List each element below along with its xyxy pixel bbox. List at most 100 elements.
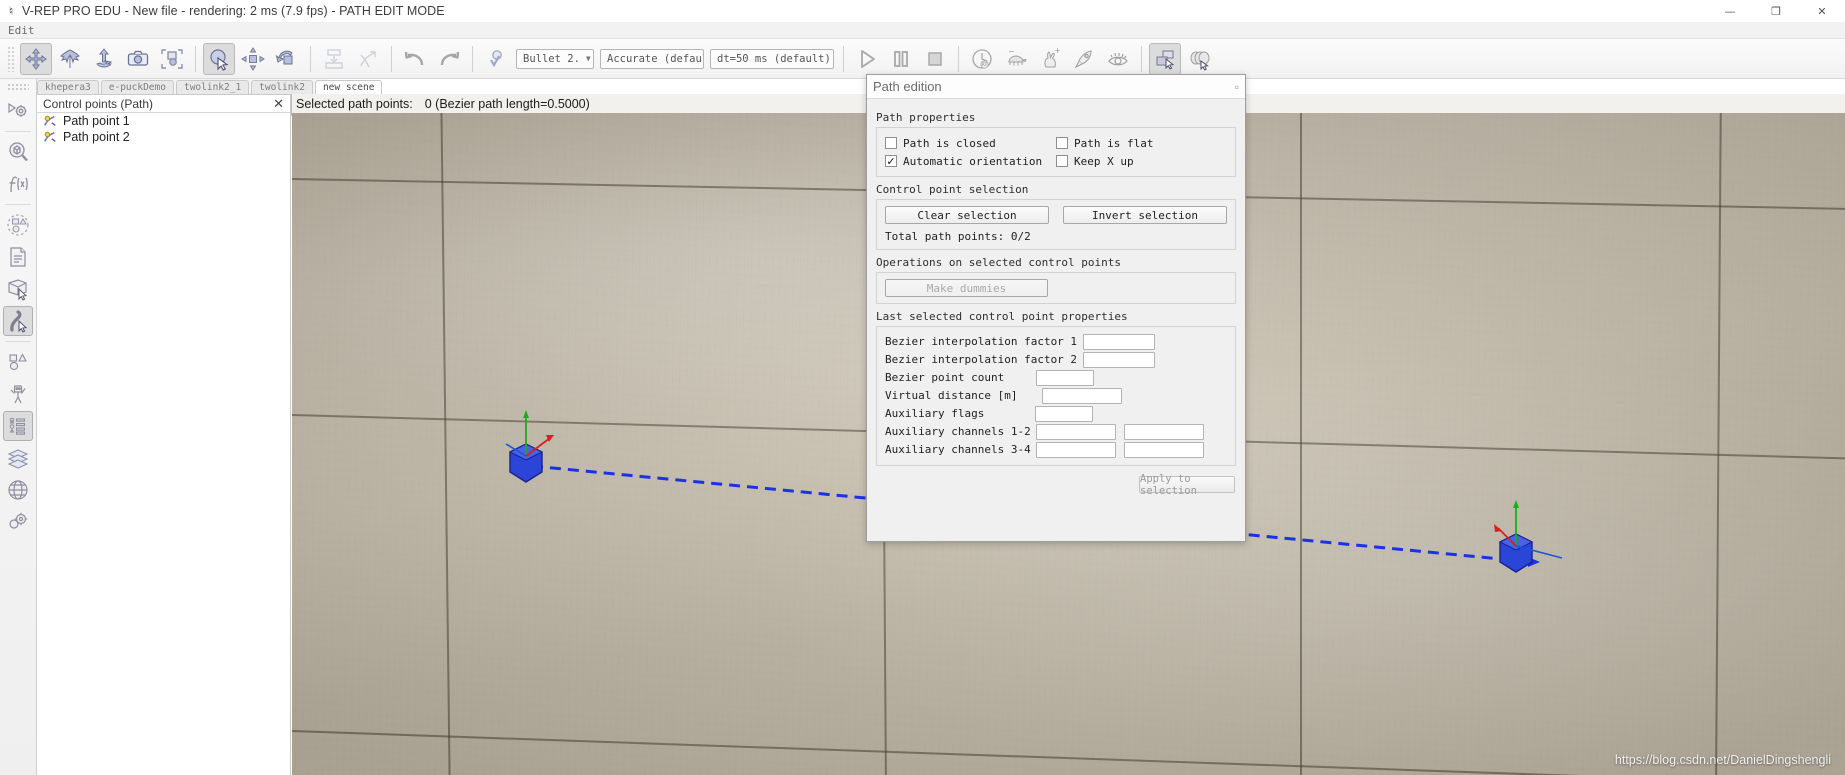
scene-tab-twolink2[interactable]: twolink2 (251, 80, 313, 94)
physics-engine-select[interactable]: Bullet 2. ▼ (516, 48, 594, 69)
apply-to-selection-button[interactable]: Apply to selection (1139, 473, 1235, 497)
sidebar-item-add-primitives[interactable] (3, 347, 33, 377)
sidebar-item-scene-hierarchy[interactable] (3, 411, 33, 441)
path-point-2-marker (1494, 500, 1563, 573)
last-selected-label: Last selected control point properties (876, 310, 1128, 323)
checkbox-box[interactable]: ✓ (885, 155, 897, 167)
rotate-handles-icon[interactable] (271, 43, 303, 75)
checkbox-box[interactable] (1056, 155, 1068, 167)
checkbox-automatic-orientation[interactable]: ✓ Automatic orientation (885, 152, 1056, 170)
dialog-title: Path edition (873, 79, 942, 94)
sidebar-item-layers[interactable] (3, 443, 33, 473)
checkbox-box[interactable] (885, 137, 897, 149)
timestep-select[interactable]: dt=50 ms (default) ▼ (710, 48, 834, 69)
redo-icon[interactable] (433, 43, 465, 75)
object-translate-z-icon[interactable] (88, 43, 120, 75)
checkbox-label: Keep X up (1074, 154, 1134, 168)
selection-button-row: Clear selection Invert selection (885, 206, 1227, 224)
eye-icon[interactable] (1102, 43, 1134, 75)
sidebar-item-path-edit-mode[interactable] (3, 306, 33, 336)
sidebar-item-user-settings[interactable] (3, 475, 33, 505)
play-icon[interactable] (851, 43, 883, 75)
dialog-close-icon[interactable]: ▫ (1235, 80, 1239, 94)
rail-separator (5, 341, 31, 342)
pause-icon[interactable] (885, 43, 917, 75)
maximize-button[interactable]: ❐ (1753, 0, 1799, 23)
sidebar-item-scene-object-properties[interactable] (3, 137, 33, 167)
accuracy-select[interactable]: Accurate (defaul ▼ (600, 48, 704, 69)
clear-selection-button[interactable]: Clear selection (885, 206, 1049, 224)
path-properties-row-1: Path is closed ✓ Automatic orientation P… (885, 134, 1227, 170)
sidebar-item-simulation-settings[interactable] (3, 96, 33, 126)
list-item[interactable]: Path point 1 (37, 113, 290, 129)
auxiliary-channel-3-input[interactable] (1035, 441, 1116, 458)
control-point-selection-label: Control point selection (876, 183, 1029, 196)
close-icon[interactable]: ✕ (271, 96, 286, 112)
selected-path-points-label: Selected path points: (292, 94, 425, 113)
make-dummies-button[interactable]: Make dummies (885, 279, 1048, 297)
scene-tab-e-puckdemo[interactable]: e-puckDemo (100, 80, 174, 94)
bezier-interpolation-factor-2-input[interactable] (1083, 351, 1156, 368)
auxiliary-flags-input[interactable] (1035, 405, 1094, 422)
scene-tab-khepera3[interactable]: khepera3 (37, 80, 99, 94)
invert-selection-button[interactable]: Invert selection (1063, 206, 1227, 224)
title-bar: ♮ V-REP PRO EDU - New file - rendering: … (0, 0, 1845, 23)
rail-grip[interactable] (7, 83, 29, 91)
close-button[interactable]: ✕ (1799, 0, 1845, 23)
undo-icon[interactable] (399, 43, 431, 75)
checkbox-keep-x-up[interactable]: Keep X up (1056, 152, 1227, 170)
rocket-icon[interactable] (1068, 43, 1100, 75)
bezier-interpolation-factor-1-input[interactable] (1083, 333, 1156, 350)
assemble-icon[interactable] (318, 43, 350, 75)
sidebar-item-model-browser[interactable] (3, 379, 33, 409)
realtime-clock-icon[interactable]: RT (966, 43, 998, 75)
toolbar-separator (472, 45, 473, 72)
menu-item-edit[interactable]: Edit (0, 24, 43, 37)
object-shift-icon[interactable] (20, 42, 52, 75)
disassemble-icon[interactable] (352, 43, 384, 75)
last-selected-group: Bezier interpolation factor 1 Bezier int… (876, 326, 1236, 466)
checkbox-path-is-closed[interactable]: Path is closed (885, 134, 1056, 152)
dynamics-toggle-icon[interactable] (480, 43, 512, 75)
checkbox-box[interactable] (1056, 137, 1068, 149)
fit-to-view-icon[interactable] (156, 43, 188, 75)
move-handles-icon[interactable] (237, 43, 269, 75)
svg-text:+: + (1054, 47, 1061, 55)
left-toolbar-rail (0, 79, 37, 775)
list-item[interactable]: Path point 2 (37, 129, 290, 145)
path-point-icon (43, 115, 56, 126)
sidebar-item-calculation-modules[interactable] (3, 169, 33, 199)
page-selector-icon[interactable] (1149, 42, 1181, 75)
toolbar-grip[interactable] (7, 45, 16, 72)
view-selector-icon[interactable] (1183, 43, 1215, 75)
dialog-title-bar[interactable]: Path edition ▫ (867, 75, 1245, 99)
field-label: Bezier point count (885, 371, 1005, 384)
scene-tab-twolink2-1[interactable]: twolink2_1 (175, 80, 250, 94)
camera-icon[interactable] (122, 43, 154, 75)
operations-label: Operations on selected control points (876, 256, 1122, 269)
path-edition-dialog[interactable]: Path edition ▫ Path properties Path is c… (866, 74, 1246, 542)
auxiliary-channel-1-input[interactable] (1035, 423, 1116, 440)
scene-tab-new-scene[interactable]: new scene (314, 80, 383, 94)
toolbar-separator (843, 45, 844, 72)
checkbox-label: Automatic orientation (903, 154, 1043, 168)
sidebar-item-settings[interactable] (3, 507, 33, 537)
bezier-point-count-input[interactable] (1036, 369, 1095, 386)
sidebar-item-collections[interactable] (3, 210, 33, 240)
minimize-button[interactable]: — (1707, 0, 1753, 23)
turtle-icon[interactable]: − (1000, 43, 1032, 75)
virtual-distance-input[interactable] (1042, 387, 1123, 404)
path-point-icon (43, 131, 56, 142)
sidebar-item-shape-edit-mode[interactable] (3, 274, 33, 304)
checkbox-path-is-flat[interactable]: Path is flat (1056, 134, 1227, 152)
auxiliary-channel-2-input[interactable] (1123, 423, 1204, 440)
sidebar-item-scripts[interactable] (3, 242, 33, 272)
stop-icon[interactable] (919, 43, 951, 75)
vrep-application-window: ♮ V-REP PRO EDU - New file - rendering: … (0, 0, 1845, 775)
object-rotate-icon[interactable] (54, 43, 86, 75)
auxiliary-channel-4-input[interactable] (1123, 441, 1204, 458)
rail-separator (5, 131, 31, 132)
select-object-icon[interactable] (203, 42, 235, 75)
rabbit-icon[interactable]: + (1034, 43, 1066, 75)
scene-tab-bar: khepera3 e-puckDemo twolink2_1 twolink2 … (37, 79, 383, 94)
